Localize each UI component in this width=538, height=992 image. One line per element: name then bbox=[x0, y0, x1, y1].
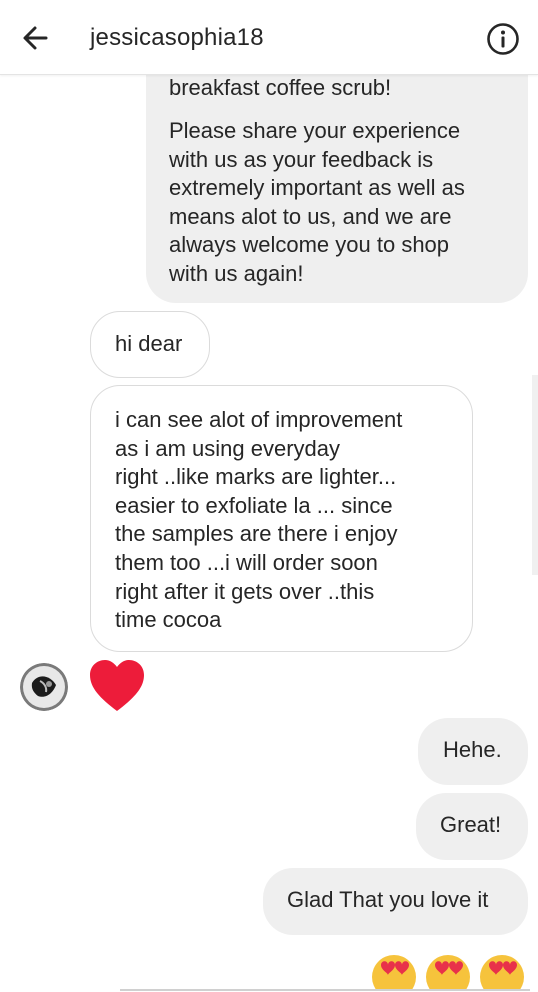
message-line: extremely important as well as bbox=[169, 175, 465, 201]
message-line: as i am using everyday bbox=[115, 435, 340, 461]
message-bubble-outgoing[interactable]: breakfast coffee scrub! Please share you… bbox=[146, 75, 528, 303]
arrow-left-icon bbox=[23, 26, 48, 50]
heart-icon bbox=[90, 660, 144, 711]
heart-reaction[interactable] bbox=[88, 659, 146, 713]
heart-eyes-emoji-icon bbox=[372, 955, 416, 991]
message-bubble-outgoing[interactable]: Glad That you love it bbox=[263, 868, 528, 935]
message-line: right ..like marks are lighter... bbox=[115, 464, 397, 490]
message-line: hi dear bbox=[115, 331, 183, 356]
message-line: Please share your experience bbox=[169, 118, 461, 143]
conversation-title[interactable]: jessicasophia18 bbox=[90, 23, 264, 53]
message-bubble-outgoing[interactable]: Great! bbox=[416, 793, 528, 860]
heart-eyes-emoji-icon bbox=[480, 955, 524, 991]
message-line: Glad That you love it bbox=[287, 887, 489, 912]
info-circle-icon bbox=[487, 23, 519, 55]
message-line: breakfast coffee scrub! bbox=[169, 75, 392, 100]
message-line: Hehe. bbox=[443, 737, 502, 762]
message-line: easier to exfoliate la ... since bbox=[115, 492, 393, 518]
message-line: right after it gets over ..this bbox=[115, 578, 375, 604]
scrollbar[interactable] bbox=[532, 375, 538, 575]
info-button[interactable] bbox=[486, 22, 520, 56]
emoji-message[interactable] bbox=[368, 951, 528, 991]
avatar[interactable] bbox=[20, 663, 68, 711]
message-line: them too ...i will order soon bbox=[115, 549, 378, 575]
message-line: with us as your feedback is bbox=[169, 146, 434, 172]
message-line: always welcome you to shop bbox=[169, 232, 450, 258]
message-line: with us again! bbox=[169, 260, 304, 286]
message-line: time cocoa bbox=[115, 607, 222, 633]
heart-eyes-emoji-icon bbox=[426, 955, 470, 991]
message-line: means alot to us, and we are bbox=[169, 203, 452, 229]
avatar-image bbox=[20, 663, 68, 711]
message-bubble-incoming[interactable]: i can see alot of improvement as i am us… bbox=[90, 385, 473, 652]
chat-header: jessicasophia18 bbox=[0, 0, 538, 75]
message-thread[interactable]: breakfast coffee scrub! Please share you… bbox=[0, 75, 538, 992]
divider bbox=[120, 989, 530, 991]
message-bubble-incoming[interactable]: hi dear bbox=[90, 311, 210, 378]
message-line: the samples are there i enjoy bbox=[115, 521, 398, 547]
message-line: Great! bbox=[440, 812, 502, 837]
message-bubble-outgoing[interactable]: Hehe. bbox=[418, 718, 528, 785]
back-button[interactable] bbox=[18, 20, 54, 56]
message-line: i can see alot of improvement bbox=[115, 407, 403, 432]
